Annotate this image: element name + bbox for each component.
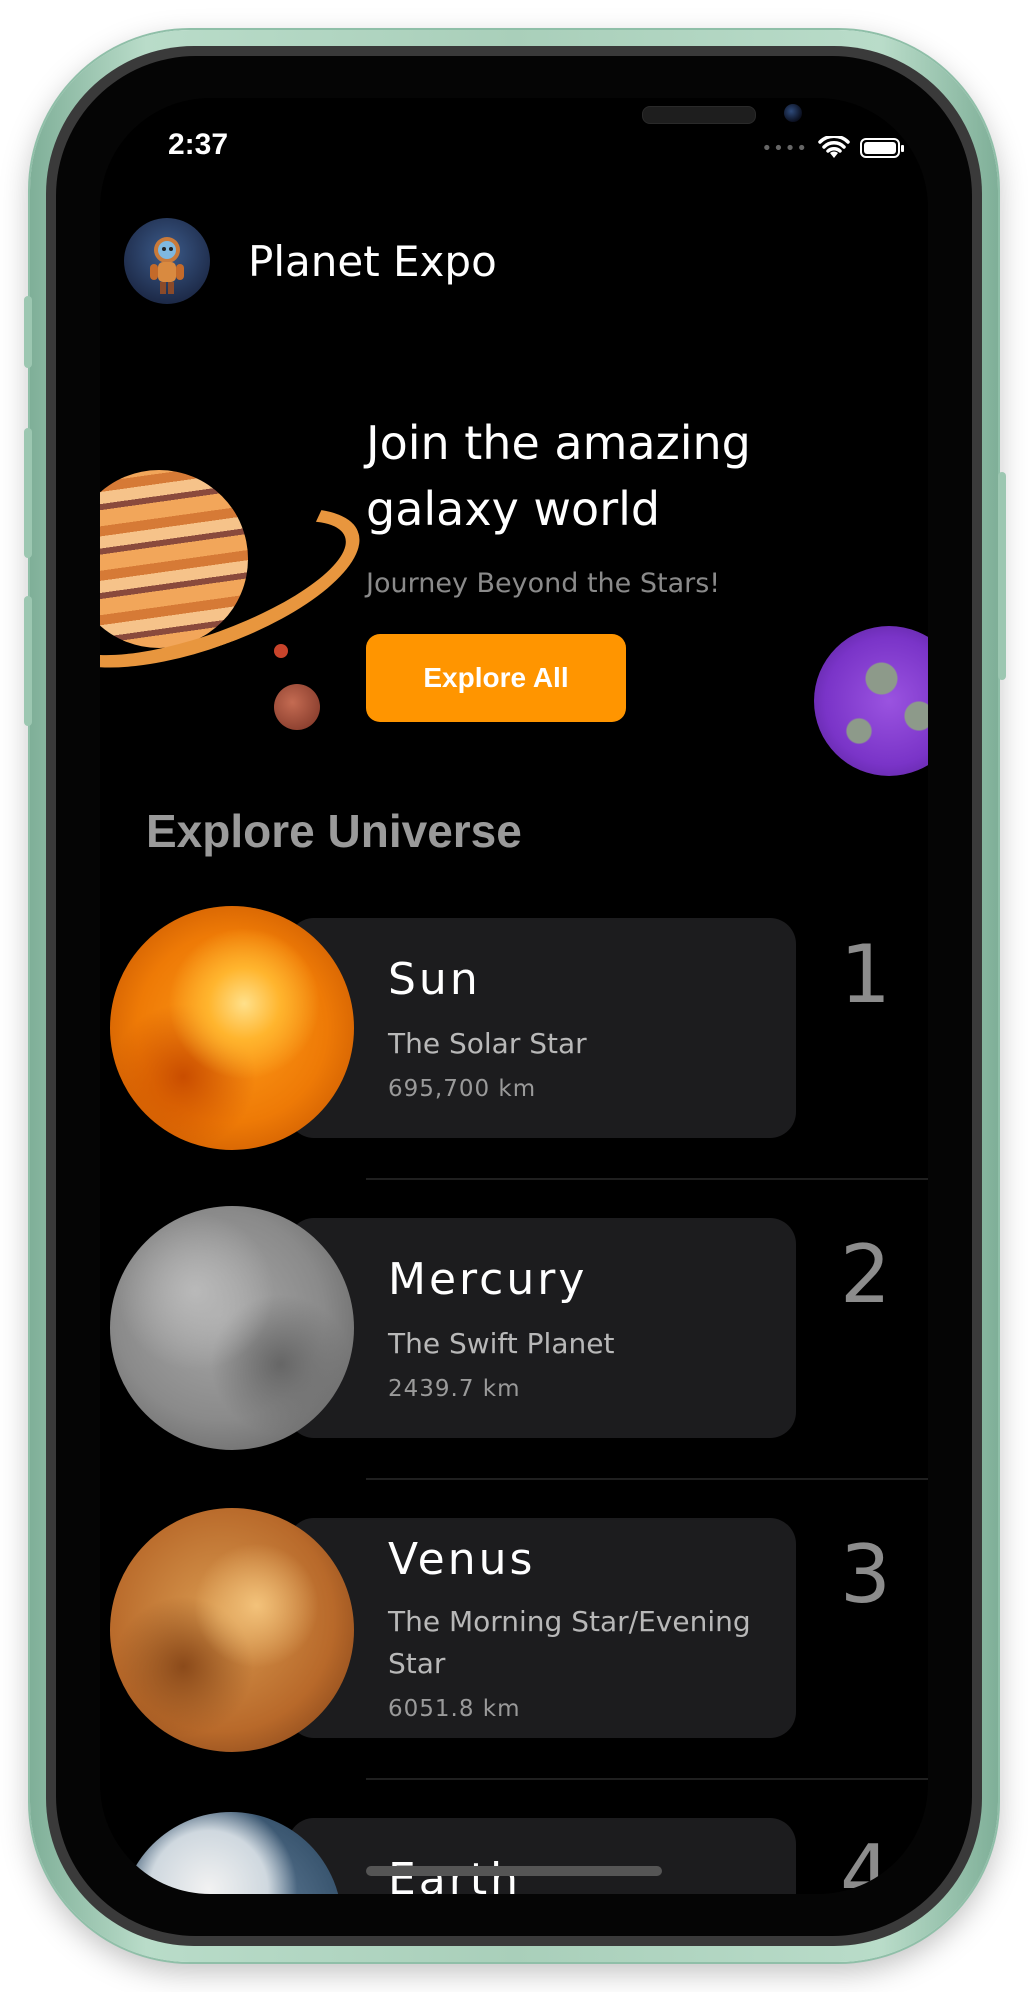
planet-rank: 1	[840, 928, 891, 1021]
planet-size: 2439.7 km	[388, 1376, 521, 1402]
sun-image	[110, 906, 354, 1150]
planet-description: The Morning Star/Evening Star	[388, 1605, 751, 1680]
front-camera	[784, 104, 802, 122]
planet-size: 695,700 km	[388, 1076, 537, 1102]
list-divider	[366, 1478, 928, 1480]
purple-planet-illustration	[814, 626, 928, 776]
planet-description: The Swift Planet	[388, 1327, 615, 1360]
astronaut-robot-icon	[150, 237, 184, 294]
planet-rank: 2	[840, 1228, 891, 1321]
mercury-image	[110, 1206, 354, 1450]
planet-card-earth[interactable]	[288, 1818, 796, 1894]
planet-name: Venus	[388, 1534, 536, 1585]
signal-dots-icon: ••••	[761, 137, 808, 159]
list-divider	[366, 1178, 928, 1180]
avatar[interactable]	[124, 218, 210, 304]
planet-description: The Solar Star	[388, 1027, 587, 1060]
speaker-grille	[642, 106, 756, 124]
venus-image	[110, 1508, 354, 1752]
planet-name: Mercury	[388, 1254, 588, 1305]
explore-all-button[interactable]: Explore All	[366, 634, 626, 722]
wifi-icon	[818, 136, 850, 158]
status-icons: ••••	[761, 136, 904, 160]
section-title: Explore Universe	[146, 805, 522, 857]
app-header: Planet Expo	[124, 218, 497, 304]
app-title: Planet Expo	[248, 236, 497, 286]
planet-rank: 4	[840, 1828, 891, 1894]
planet-size: 6051.8 km	[388, 1696, 521, 1722]
hero-title: Join the amazing galaxy world	[366, 416, 751, 536]
notch	[284, 98, 802, 166]
status-time: 2:37	[168, 128, 229, 161]
hero-subtitle: Journey Beyond the Stars!	[366, 568, 721, 599]
battery-icon	[860, 138, 904, 158]
planet-rank: 3	[840, 1528, 891, 1621]
mute-switch	[24, 296, 32, 368]
volume-down-button	[24, 596, 32, 726]
app-screen: 2:37 •••• Planet Expo Join the amazing g…	[100, 98, 928, 1894]
power-button	[998, 472, 1006, 680]
list-divider	[366, 1778, 928, 1780]
home-indicator[interactable]	[366, 1866, 662, 1876]
volume-up-button	[24, 428, 32, 558]
small-moon-illustration	[274, 644, 288, 658]
moon-illustration	[274, 684, 320, 730]
planet-name: Sun	[388, 954, 481, 1005]
